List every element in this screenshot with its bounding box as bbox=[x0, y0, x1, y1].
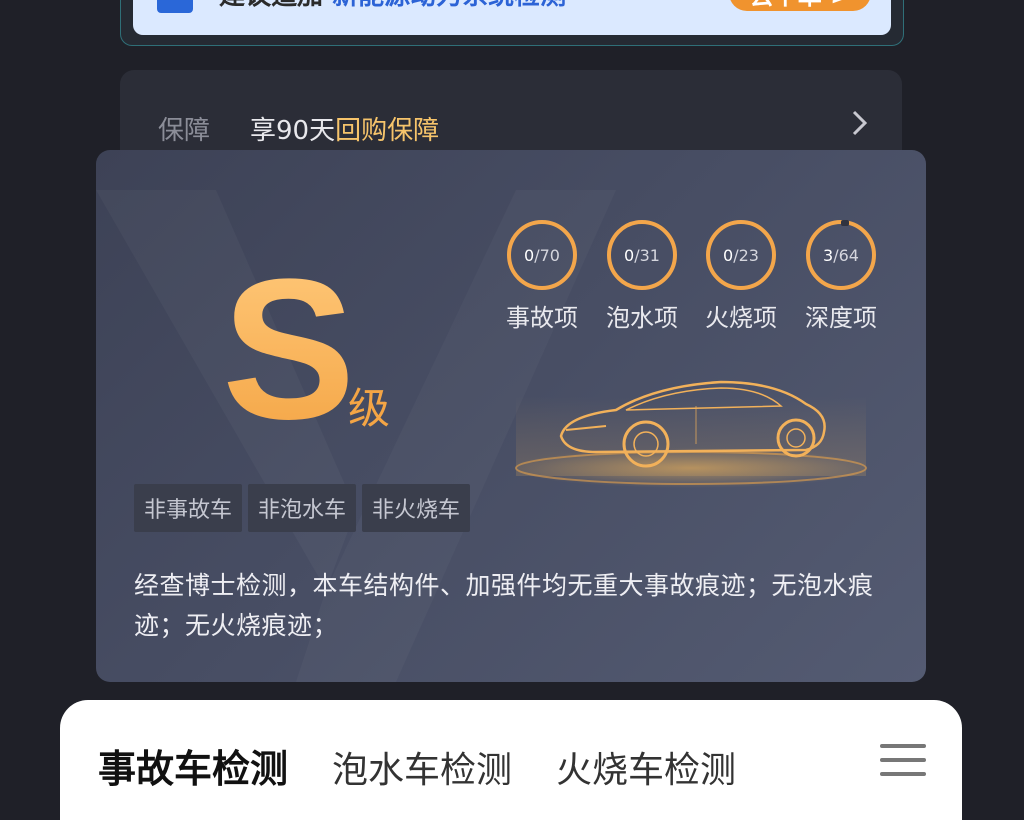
banner-inner: 建议追加 新能源动力系统检测 去下单 > bbox=[133, 0, 891, 35]
guarantee-text: 享90天回购保障 bbox=[250, 110, 439, 147]
progress-mark bbox=[841, 220, 849, 226]
guarantee-label: 保障 bbox=[158, 116, 211, 146]
ring-total: 31 bbox=[639, 245, 660, 265]
ring-done: 0 bbox=[524, 245, 535, 265]
grade-card: S 级 0/70 事故项 0/31 泡水项 0/23 火烧项 3/64 深度项 bbox=[96, 150, 926, 682]
new-energy-banner[interactable]: 建议追加 新能源动力系统检测 去下单 > bbox=[120, 0, 904, 46]
order-button[interactable]: 去下单 > bbox=[729, 0, 871, 11]
guarantee-text-prefix: 享90天 bbox=[250, 116, 336, 146]
check-depth: 3/64 深度项 bbox=[801, 220, 881, 333]
ring-done: 0 bbox=[624, 245, 635, 265]
tab-fire-check[interactable]: 火烧车检测 bbox=[556, 741, 736, 793]
progress-ring: 0/70 bbox=[507, 220, 577, 290]
ring-total: 23 bbox=[738, 245, 759, 265]
chevron-right-icon bbox=[850, 108, 870, 146]
inspection-tabs: 事故车检测 泡水车检测 火烧车检测 bbox=[98, 738, 736, 793]
car-illustration-icon bbox=[511, 380, 871, 488]
tab-accident-check[interactable]: 事故车检测 bbox=[98, 738, 288, 793]
progress-ring: 0/23 bbox=[706, 220, 776, 290]
check-label: 泡水项 bbox=[606, 304, 678, 332]
banner-text: 建议追加 新能源动力系统检测 bbox=[219, 0, 566, 12]
ring-done: 3 bbox=[823, 245, 834, 265]
tag-non-flood: 非泡水车 bbox=[248, 484, 357, 532]
check-label: 事故项 bbox=[506, 304, 578, 332]
check-label: 火烧项 bbox=[705, 304, 777, 332]
tag-list: 非事故车 非泡水车 非火烧车 bbox=[134, 484, 471, 532]
ring-done: 0 bbox=[723, 245, 734, 265]
check-fire: 0/23 火烧项 bbox=[701, 220, 781, 333]
check-accident: 0/70 事故项 bbox=[502, 220, 582, 333]
banner-text-blue: 新能源动力系统检测 bbox=[332, 0, 566, 11]
ring-total: 64 bbox=[838, 245, 859, 265]
tab-flood-check[interactable]: 泡水车检测 bbox=[332, 741, 512, 793]
bottom-tab-sheet: 事故车检测 泡水车检测 火烧车检测 bbox=[60, 700, 962, 820]
grade-suffix: 级 bbox=[348, 384, 391, 433]
ring-total: 70 bbox=[539, 245, 560, 265]
tag-non-accident: 非事故车 bbox=[134, 484, 243, 532]
inspection-description: 经查博士检测，本车结构件、加强件均无重大事故痕迹；无泡水痕迹；无火烧痕迹； bbox=[134, 571, 874, 640]
grade-letter: S bbox=[222, 238, 356, 461]
banner-text-black: 建议追加 bbox=[219, 0, 323, 11]
progress-ring: 0/31 bbox=[607, 220, 677, 290]
banner-logo-icon bbox=[157, 0, 193, 13]
check-label: 深度项 bbox=[805, 304, 877, 332]
menu-icon[interactable] bbox=[880, 744, 926, 786]
tag-non-fire: 非火烧车 bbox=[362, 484, 471, 532]
guarantee-text-highlight: 回购保障 bbox=[335, 116, 440, 146]
progress-ring: 3/64 bbox=[806, 220, 876, 290]
check-flood: 0/31 泡水项 bbox=[602, 220, 682, 333]
